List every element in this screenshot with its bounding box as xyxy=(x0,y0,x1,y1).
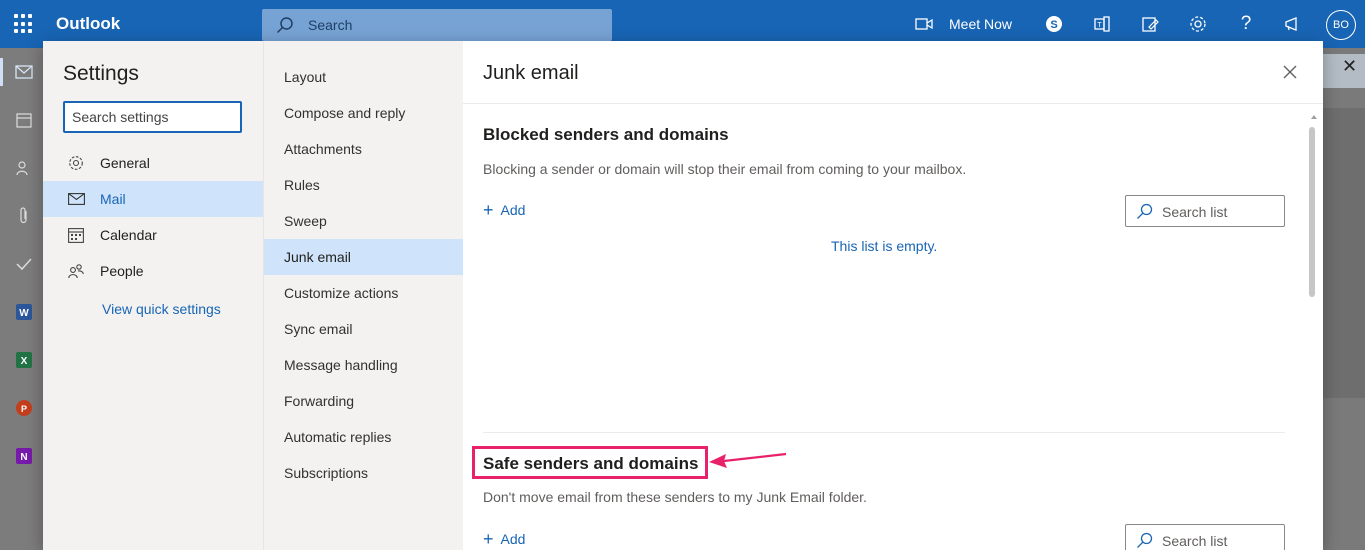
close-icon[interactable]: ✕ xyxy=(1342,56,1357,77)
subsection-message-handling[interactable]: Message handling xyxy=(264,347,464,383)
excel-icon[interactable]: X xyxy=(14,350,34,370)
view-quick-settings-link[interactable]: View quick settings xyxy=(102,301,221,317)
rail-active-indicator xyxy=(0,58,3,86)
global-search-placeholder: Search xyxy=(308,17,353,33)
annotation-highlight-box xyxy=(472,446,708,479)
plus-icon: + xyxy=(483,529,494,549)
svg-text:W: W xyxy=(19,308,29,319)
add-safe-sender-button[interactable]: + Add xyxy=(483,529,526,549)
gear-icon[interactable] xyxy=(1188,14,1208,34)
add-label: Add xyxy=(500,202,526,218)
category-label: Calendar xyxy=(100,227,157,243)
help-icon[interactable]: ? xyxy=(1236,13,1256,34)
plus-icon: + xyxy=(483,200,494,220)
category-label: People xyxy=(100,263,144,279)
add-label: Add xyxy=(500,531,526,547)
category-label: Mail xyxy=(100,191,126,207)
category-general[interactable]: General xyxy=(43,145,263,181)
settings-title: Settings xyxy=(63,62,139,85)
my-day-icon[interactable] xyxy=(1140,14,1160,34)
background-right-edge: ✕ xyxy=(1322,48,1365,550)
subsection-rules[interactable]: Rules xyxy=(264,167,464,203)
search-list-placeholder: Search list xyxy=(1162,533,1228,549)
svg-text:N: N xyxy=(20,452,27,463)
calendar-icon xyxy=(67,226,85,244)
subsection-forwarding[interactable]: Forwarding xyxy=(264,383,464,419)
subsection-customize-actions[interactable]: Customize actions xyxy=(264,275,464,311)
subsection-junk-email[interactable]: Junk email xyxy=(264,239,464,275)
paperclip-icon[interactable] xyxy=(14,206,34,226)
subsection-attachments[interactable]: Attachments xyxy=(264,131,464,167)
app-rail: W X P N xyxy=(0,48,48,550)
section-divider xyxy=(483,432,1285,433)
megaphone-icon[interactable] xyxy=(1283,14,1303,34)
blocked-list-empty-text: This list is empty. xyxy=(831,238,938,254)
scroll-up-arrow[interactable] xyxy=(1311,115,1317,119)
search-icon xyxy=(276,17,293,34)
avatar[interactable]: BO xyxy=(1326,10,1356,40)
blocked-list-search-input[interactable]: Search list xyxy=(1125,195,1285,227)
mail-icon[interactable] xyxy=(14,62,34,82)
svg-text:P: P xyxy=(21,404,27,414)
calendar-icon[interactable] xyxy=(14,110,34,130)
meet-now-button[interactable]: Meet Now xyxy=(949,16,1012,32)
settings-categories-panel: Settings General Mail Calendar People xyxy=(43,41,263,550)
subsection-sync-email[interactable]: Sync email xyxy=(264,311,464,347)
subsection-sweep[interactable]: Sweep xyxy=(264,203,464,239)
teams-icon[interactable]: T xyxy=(1092,14,1112,34)
search-icon xyxy=(1137,203,1153,219)
svg-text:X: X xyxy=(21,356,28,367)
app-launcher-icon[interactable] xyxy=(14,14,34,34)
safe-list-search-input[interactable]: Search list xyxy=(1125,524,1285,550)
safe-senders-description: Don't move email from these senders to m… xyxy=(483,489,867,505)
blocked-senders-heading: Blocked senders and domains xyxy=(483,125,729,144)
settings-search-input[interactable] xyxy=(63,101,242,133)
annotation-arrow-icon xyxy=(709,452,787,468)
people-icon xyxy=(67,262,85,280)
subsection-compose-and-reply[interactable]: Compose and reply xyxy=(264,95,464,131)
global-search-input[interactable]: Search xyxy=(262,9,612,41)
subsection-automatic-replies[interactable]: Automatic replies xyxy=(264,419,464,455)
gear-icon xyxy=(67,154,85,172)
category-mail[interactable]: Mail xyxy=(43,181,263,217)
search-list-placeholder: Search list xyxy=(1162,204,1228,220)
powerpoint-icon[interactable]: P xyxy=(14,398,34,418)
close-icon[interactable] xyxy=(1280,62,1300,82)
subsection-subscriptions[interactable]: Subscriptions xyxy=(264,455,464,491)
people-icon[interactable] xyxy=(14,158,34,178)
pane-title: Junk email xyxy=(483,62,579,84)
add-blocked-sender-button[interactable]: + Add xyxy=(483,200,526,220)
search-icon xyxy=(1137,532,1153,548)
mail-subsections-panel: Layout Compose and reply Attachments Rul… xyxy=(263,41,464,550)
video-camera-icon[interactable] xyxy=(914,14,934,34)
background-promo-image xyxy=(1322,108,1365,398)
blocked-senders-description: Blocking a sender or domain will stop th… xyxy=(483,161,967,177)
todo-icon[interactable] xyxy=(14,254,34,274)
pane-divider xyxy=(463,103,1323,104)
category-calendar[interactable]: Calendar xyxy=(43,217,263,253)
svg-text:S: S xyxy=(1050,19,1057,31)
skype-icon[interactable]: S xyxy=(1044,14,1064,34)
svg-text:T: T xyxy=(1097,22,1102,29)
subsection-layout[interactable]: Layout xyxy=(264,59,464,95)
scrollbar-thumb[interactable] xyxy=(1309,127,1315,297)
mail-icon xyxy=(67,190,85,208)
word-icon[interactable]: W xyxy=(14,302,34,322)
category-label: General xyxy=(100,155,150,171)
app-name[interactable]: Outlook xyxy=(56,14,120,34)
category-people[interactable]: People xyxy=(43,253,263,289)
onenote-icon[interactable]: N xyxy=(14,446,34,466)
